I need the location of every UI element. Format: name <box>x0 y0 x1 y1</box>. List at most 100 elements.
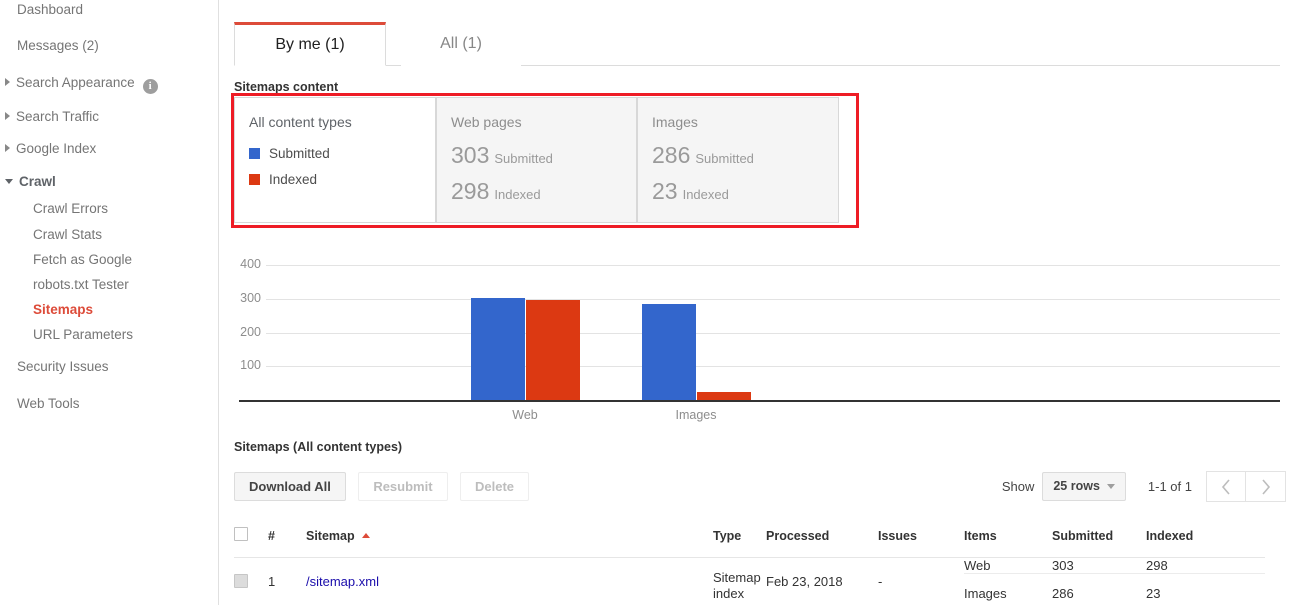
card-title: All content types <box>249 114 352 130</box>
prev-page-button[interactable] <box>1206 471 1246 502</box>
chevron-right-icon <box>5 144 10 152</box>
rows-per-page-select[interactable]: 25 rows <box>1042 472 1126 501</box>
chart-y-tick: 100 <box>240 358 261 373</box>
sidebar-item-dashboard[interactable]: Dashboard <box>0 3 83 17</box>
sitemaps-bar-chart: 400 300 200 100 Web Images <box>234 238 1286 422</box>
show-label: Show <box>1001 479 1035 494</box>
item-kind: Images <box>964 586 1007 601</box>
row-select-cell[interactable] <box>234 558 268 603</box>
sitemaps-content-heading: Sitemaps content <box>234 80 339 94</box>
card-all-content-types[interactable]: All content types Submitted Indexed <box>234 97 436 223</box>
select-all-checkbox[interactable] <box>234 527 248 541</box>
row-sitemap-cell[interactable]: /sitemap.xml <box>306 558 713 603</box>
sidebar-item-label: Messages (2) <box>17 38 99 53</box>
chart-axis-line <box>239 400 1280 402</box>
chart-x-label: Images <box>675 408 717 422</box>
items-subrow-images: Images 286 23 <box>964 574 1265 601</box>
item-indexed: 23 <box>1146 586 1161 601</box>
row-issues: - <box>878 574 883 589</box>
chevron-right-icon <box>5 112 10 120</box>
sidebar-item-google-index[interactable]: Google Index <box>0 142 96 156</box>
stat-label: Submitted <box>695 151 754 166</box>
tab-bar: By me (1) All (1) <box>234 22 1280 66</box>
items-subtable: Web 303 298 Images 286 23 <box>964 546 1265 601</box>
tab-label: All (1) <box>440 35 482 52</box>
sidebar-item-search-appearance[interactable]: Search Appearance i <box>0 76 158 94</box>
stat-value: 23 <box>652 178 678 204</box>
sidebar-item-label: Crawl Stats <box>33 227 103 242</box>
sidebar-item-label: Search Traffic <box>16 109 100 124</box>
sidebar-item-crawl-errors[interactable]: Crawl Errors <box>0 202 108 216</box>
chart-bar[interactable] <box>641 303 696 400</box>
card-web-pages[interactable]: Web pages 303 Submitted 298 Indexed <box>436 97 637 223</box>
stat-indexed: 298 Indexed <box>451 178 541 205</box>
main-content: By me (1) All (1) Sitemaps content All c… <box>220 0 1307 605</box>
sidebar-item-fetch-as-google[interactable]: Fetch as Google <box>0 253 132 267</box>
stat-label: Indexed <box>494 187 541 202</box>
column-label: Sitemap <box>306 528 355 543</box>
tab-by-me[interactable]: By me (1) <box>234 22 386 66</box>
column-issues[interactable]: Issues <box>878 513 964 558</box>
pagination-range: 1-1 of 1 <box>1147 479 1192 494</box>
row-processed: Feb 23, 2018 <box>766 574 843 589</box>
row-checkbox[interactable] <box>234 574 248 588</box>
resubmit-button[interactable]: Resubmit <box>358 472 448 501</box>
pagination-controls: Show 25 rows 1-1 of 1 <box>1001 471 1286 502</box>
sitemap-link[interactable]: /sitemap.xml <box>306 574 379 589</box>
chart-gridline <box>266 299 1280 301</box>
chart-y-tick: 200 <box>240 324 261 339</box>
column-processed[interactable]: Processed <box>766 513 878 558</box>
row-number: 1 <box>268 574 276 589</box>
legend-item-indexed: Indexed <box>249 172 317 187</box>
chart-y-tick: 300 <box>240 291 261 306</box>
sidebar-item-robots-txt-tester[interactable]: robots.txt Tester <box>0 278 129 292</box>
sidebar-item-crawl-stats[interactable]: Crawl Stats <box>0 228 102 242</box>
sidebar-item-url-parameters[interactable]: URL Parameters <box>0 328 133 342</box>
delete-button[interactable]: Delete <box>460 472 530 501</box>
sitemaps-table: # Sitemap Type Processed Issues Items Su… <box>234 513 1265 602</box>
sidebar-item-label: Fetch as Google <box>33 252 133 267</box>
sidebar-item-label: Crawl <box>19 174 56 189</box>
sidebar-item-crawl[interactable]: Crawl <box>0 175 56 189</box>
sidebar-item-label: Dashboard <box>17 2 84 17</box>
table-row[interactable]: 1 /sitemap.xml Sitemap index Feb 23, 201… <box>234 546 1265 603</box>
column-number[interactable]: # <box>268 513 306 558</box>
item-indexed: 298 <box>1146 546 1265 574</box>
download-all-button[interactable]: Download All <box>234 472 346 501</box>
sidebar-item-sitemaps[interactable]: Sitemaps <box>0 303 93 317</box>
table-toolbar: Download All Resubmit Delete Show 25 row… <box>234 471 1286 503</box>
card-images[interactable]: Images 286 Submitted 23 Indexed <box>637 97 839 223</box>
sidebar-item-label: Search Appearance <box>16 75 135 90</box>
next-page-button[interactable] <box>1246 471 1286 502</box>
legend-swatch-indexed <box>249 174 260 185</box>
chart-bar[interactable] <box>470 298 525 400</box>
sidebar-item-label: robots.txt Tester <box>33 277 129 292</box>
sidebar-item-label: Google Index <box>16 141 97 156</box>
chart-gridline <box>266 265 1280 267</box>
stat-submitted: 303 Submitted <box>451 142 553 169</box>
row-type: Sitemap index <box>713 570 761 601</box>
sidebar-item-web-tools[interactable]: Web Tools <box>0 397 80 411</box>
sidebar-item-label: URL Parameters <box>33 327 134 342</box>
select-all-header[interactable] <box>234 513 268 558</box>
stat-label: Submitted <box>494 151 553 166</box>
chart-y-tick: 400 <box>240 257 261 272</box>
column-type[interactable]: Type <box>713 513 766 558</box>
sidebar: Dashboard Messages (2) Search Appearance… <box>0 0 219 605</box>
sidebar-item-messages[interactable]: Messages (2) <box>0 39 99 53</box>
column-sitemap[interactable]: Sitemap <box>306 513 713 558</box>
sidebar-item-label: Web Tools <box>17 396 80 411</box>
table-heading: Sitemaps (All content types) <box>234 440 403 454</box>
chevron-down-icon <box>1106 484 1115 489</box>
chart-x-label: Web <box>512 408 538 422</box>
sidebar-item-search-traffic[interactable]: Search Traffic <box>0 110 99 124</box>
sidebar-item-security-issues[interactable]: Security Issues <box>0 360 109 374</box>
sidebar-item-label: Sitemaps <box>33 302 94 317</box>
chart-bar[interactable] <box>525 299 580 400</box>
tab-all[interactable]: All (1) <box>401 22 521 66</box>
chart-bar[interactable] <box>696 392 751 400</box>
sitemaps-content-cards: All content types Submitted Indexed Web … <box>234 97 839 223</box>
info-icon[interactable]: i <box>142 79 158 94</box>
legend-label: Indexed <box>269 172 318 187</box>
card-title: Images <box>652 114 698 130</box>
